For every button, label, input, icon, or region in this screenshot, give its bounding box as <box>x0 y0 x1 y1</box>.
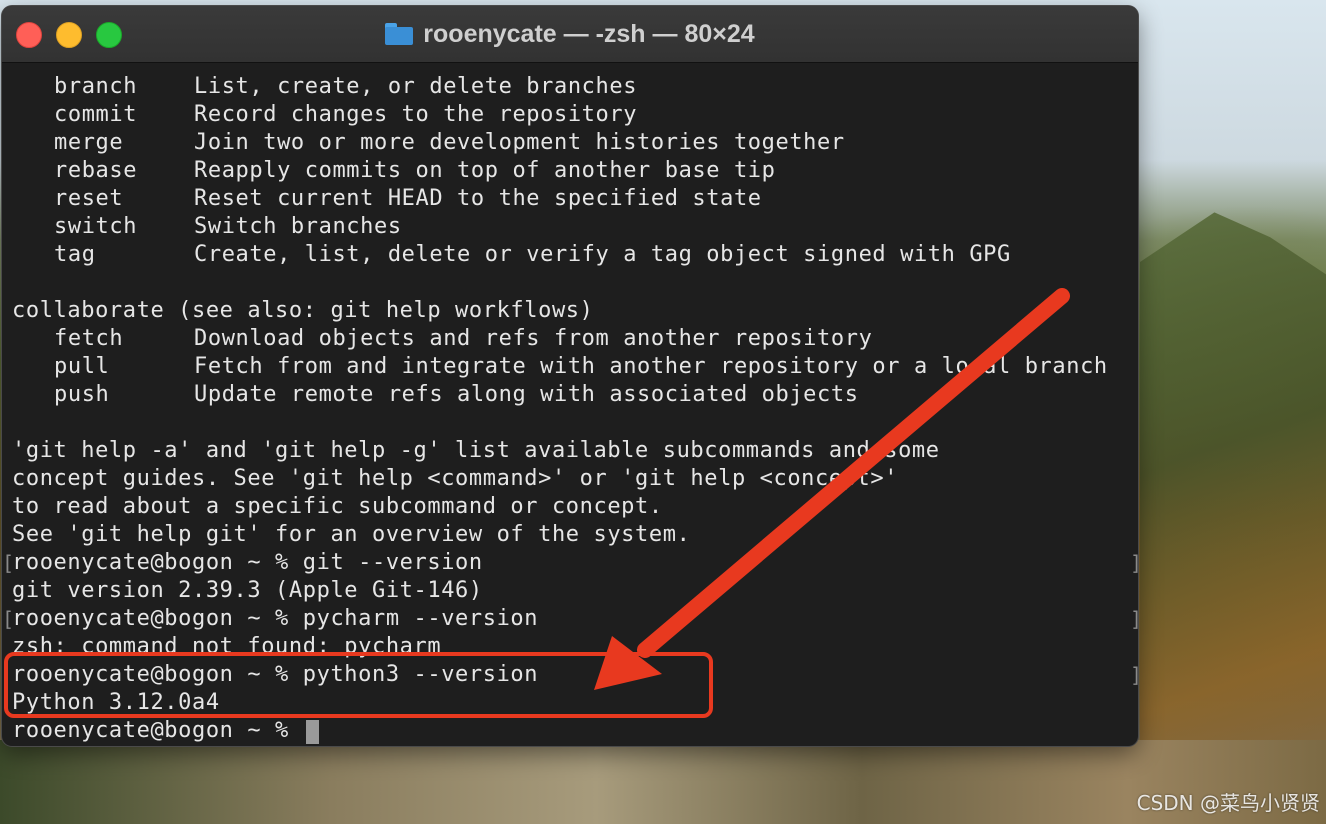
command-description: Update remote refs along with associated… <box>194 382 859 407</box>
command-description: Reapply commits on top of another base t… <box>194 158 776 183</box>
text-cursor <box>306 720 319 744</box>
output-line: git version 2.39.3 (Apple Git-146) <box>12 578 483 603</box>
prompt-line: rooenycate@bogon ~ % pycharm --version <box>12 606 539 631</box>
command-name: branch <box>54 74 138 99</box>
command-description: Join two or more development histories t… <box>194 130 845 155</box>
mark-bracket-right: ] <box>1130 661 1138 689</box>
terminal-output[interactable]: branch List, create, or delete branches … <box>2 63 1138 746</box>
command-name: reset <box>54 186 124 211</box>
output-line: Python 3.12.0a4 <box>12 690 220 715</box>
command-description: Reset current HEAD to the specified stat… <box>194 186 762 211</box>
command-name: switch <box>54 214 138 239</box>
prompt-line: rooenycate@bogon ~ % python3 --version <box>12 662 539 687</box>
wallpaper-cliff <box>0 740 1326 824</box>
mark-bracket-right: ] <box>1130 549 1138 577</box>
wallpaper-mountain <box>1140 212 1326 820</box>
watermark-text: CSDN @菜鸟小贤贤 <box>1136 791 1320 815</box>
folder-icon <box>385 23 414 45</box>
output-line: zsh: command not found: pycharm <box>12 634 442 659</box>
prompt-line: rooenycate@bogon ~ % <box>12 718 303 743</box>
help-line: to read about a specific subcommand or c… <box>12 494 663 519</box>
window-title: rooenycate — -zsh — 80×24 <box>423 19 755 48</box>
command-description: Record changes to the repository <box>194 102 638 127</box>
command-description: Fetch from and integrate with another re… <box>194 354 1108 379</box>
command-name: pull <box>54 354 110 379</box>
command-name: fetch <box>54 326 124 351</box>
title-bar[interactable]: rooenycate — -zsh — 80×24 <box>2 6 1138 63</box>
command-description: Download objects and refs from another r… <box>194 326 873 351</box>
command-description: List, create, or delete branches <box>194 74 638 99</box>
help-line: 'git help -a' and 'git help -g' list ava… <box>12 438 940 463</box>
command-name: rebase <box>54 158 138 183</box>
window-title-group: rooenycate — -zsh — 80×24 <box>2 18 1138 50</box>
section-header: collaborate (see also: git help workflow… <box>12 298 594 323</box>
mark-bracket-right: ] <box>1130 605 1138 633</box>
command-description: Switch branches <box>194 214 402 239</box>
command-name: merge <box>54 130 124 155</box>
command-name: commit <box>54 102 138 127</box>
help-line: See 'git help git' for an overview of th… <box>12 522 691 547</box>
command-name: push <box>54 382 110 407</box>
command-name: tag <box>54 242 96 267</box>
prompt-line: rooenycate@bogon ~ % git --version <box>12 550 483 575</box>
command-description: Create, list, delete or verify a tag obj… <box>194 242 1011 267</box>
terminal-window[interactable]: rooenycate — -zsh — 80×24 branch List, c… <box>2 6 1138 746</box>
help-line: concept guides. See 'git help <command>'… <box>12 466 899 491</box>
